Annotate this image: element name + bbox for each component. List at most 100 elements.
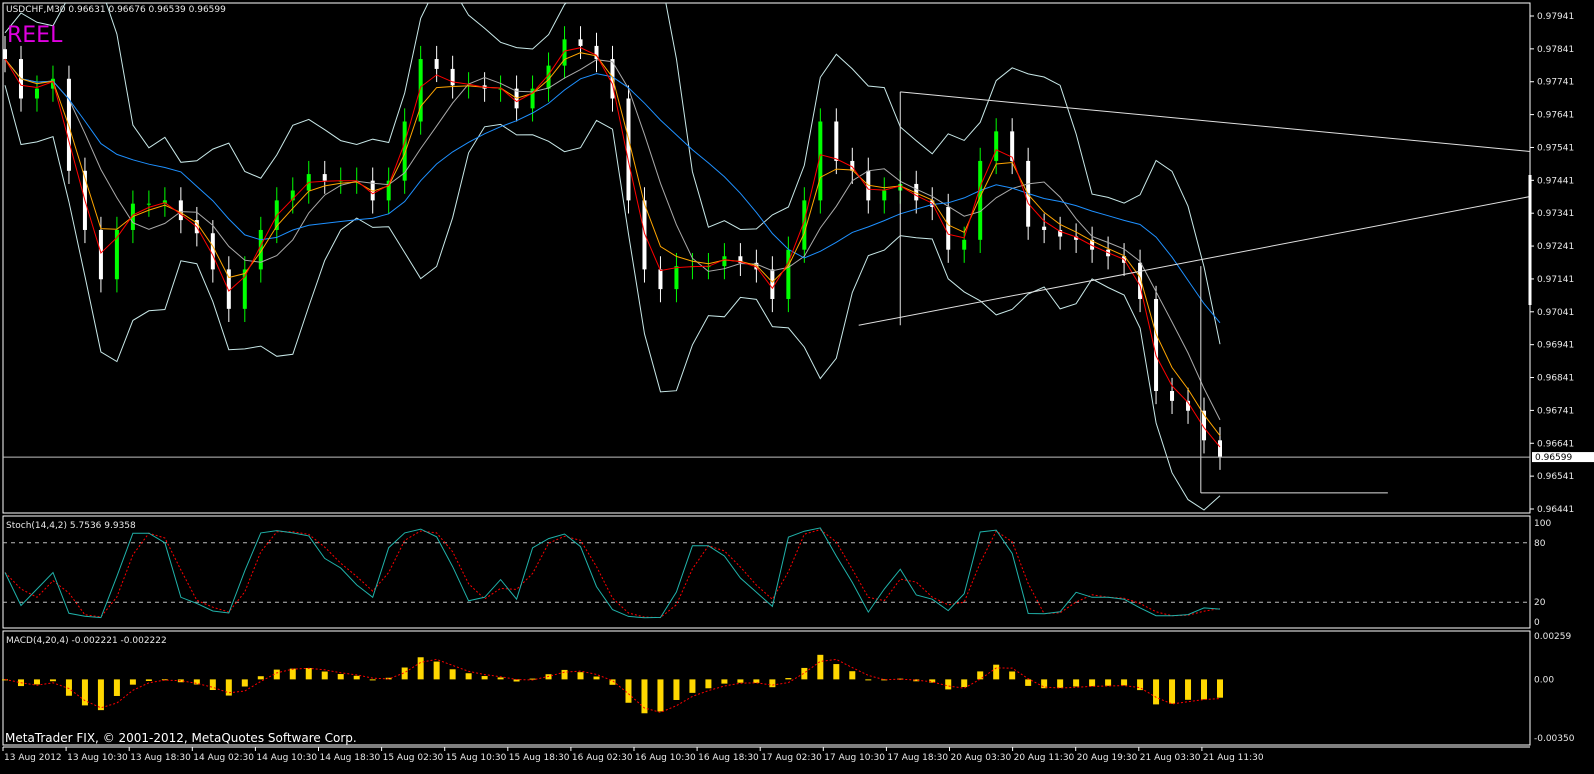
candle-body — [994, 131, 999, 161]
macd-bar — [273, 669, 280, 680]
macd-bar — [305, 668, 312, 680]
y-tick-label: 0.97041 — [1537, 308, 1574, 318]
candle-body — [1170, 391, 1175, 401]
macd-bar — [417, 657, 424, 680]
y-tick-label: 0.97241 — [1537, 242, 1574, 252]
macd-bar — [481, 676, 488, 680]
macd-bar — [129, 679, 136, 685]
y-tick-label: 0.97841 — [1537, 45, 1574, 55]
x-tick-label: 15 Aug 02:30 — [383, 753, 444, 763]
candle-body — [1218, 440, 1222, 457]
candle-body — [946, 206, 951, 250]
macd-bar — [1089, 679, 1096, 687]
macd-bar — [465, 673, 472, 680]
candle-body — [1042, 226, 1047, 230]
candle-body — [210, 233, 215, 270]
y-tick-label: 0.96441 — [1537, 505, 1574, 515]
macd-bar — [1217, 679, 1223, 698]
macd-bar — [529, 678, 536, 680]
x-tick-label: 21 Aug 11:30 — [1203, 753, 1264, 763]
macd-bar — [993, 664, 1000, 680]
macd-bar — [1009, 671, 1016, 680]
candle-body — [834, 121, 839, 161]
candle-body — [882, 190, 887, 201]
y-tick-label: 0.96741 — [1537, 406, 1574, 416]
candle-body — [770, 269, 775, 299]
candle-body — [578, 39, 583, 46]
x-tick-label: 21 Aug 03:30 — [1140, 753, 1201, 763]
macd-bar — [673, 679, 680, 700]
symbol-info: USDCHF,M30 0.96631 0.96676 0.96539 0.965… — [6, 5, 226, 15]
x-tick-label: 15 Aug 10:30 — [446, 753, 507, 763]
y-tick-label: 0.96541 — [1537, 472, 1574, 482]
trading-chart[interactable]: USDCHF,M30 0.96631 0.96676 0.96539 0.965… — [0, 0, 1594, 774]
macd-bar — [225, 679, 232, 696]
macd-bar — [145, 679, 152, 681]
candle-body — [658, 269, 663, 290]
candle-body — [242, 269, 247, 309]
macd-bar — [865, 679, 872, 681]
macd-bar — [657, 679, 664, 712]
y-tick-label: 0.97741 — [1537, 78, 1574, 88]
macd-y-label: -0.00350 — [1534, 734, 1575, 744]
macd-bar — [337, 674, 344, 680]
candle-body — [450, 68, 455, 86]
y-tick-label: 0.97641 — [1537, 111, 1574, 121]
candle-body — [1154, 298, 1159, 392]
x-tick-label: 14 Aug 18:30 — [320, 753, 381, 763]
x-tick-label: 17 Aug 10:30 — [824, 753, 885, 763]
macd-bar — [65, 679, 72, 696]
x-tick-label: 14 Aug 02:30 — [193, 753, 254, 763]
macd-bar — [577, 672, 584, 680]
stoch-title: Stoch(14,4,2) 5.7536 9.9358 — [6, 521, 136, 531]
x-tick-label: 13 Aug 10:30 — [67, 753, 128, 763]
macd-bar — [561, 669, 568, 680]
macd-bar — [1025, 679, 1032, 686]
macd-bar — [849, 671, 856, 680]
candle-body — [322, 174, 327, 181]
macd-bar — [1185, 679, 1192, 700]
macd-bar — [1201, 679, 1208, 700]
macd-bar — [1121, 679, 1128, 686]
y-tick-label: 0.96941 — [1537, 341, 1574, 351]
macd-bar — [257, 676, 264, 680]
x-tick-label: 17 Aug 18:30 — [887, 753, 948, 763]
macd-bar — [49, 679, 56, 682]
macd-title: MACD(4,20,4) -0.002221 -0.002222 — [6, 636, 167, 646]
macd-bar — [689, 679, 696, 693]
macd-bar — [1153, 679, 1160, 705]
macd-bar — [625, 679, 632, 703]
macd-bar — [833, 664, 840, 680]
candle-body — [626, 98, 631, 201]
macd-bar — [81, 679, 88, 706]
macd-bar — [961, 679, 968, 688]
y-tick-label: 0.97141 — [1537, 275, 1574, 285]
macd-panel[interactable] — [2, 630, 1531, 746]
stochastic-panel[interactable] — [2, 515, 1531, 629]
y-tick-label: 0.97341 — [1537, 209, 1574, 219]
macd-bar — [785, 678, 792, 680]
x-tick-label: 20 Aug 03:30 — [951, 753, 1012, 763]
price-panel[interactable] — [2, 2, 1531, 514]
candle-body — [178, 200, 183, 221]
x-tick-label: 17 Aug 02:30 — [761, 753, 822, 763]
reel-label: REEL — [7, 23, 63, 48]
stoch-y-label: 20 — [1534, 598, 1546, 608]
macd-bar — [817, 654, 824, 680]
y-tick-label: 0.97541 — [1537, 143, 1574, 153]
macd-bar — [721, 679, 728, 684]
x-tick-label: 20 Aug 11:30 — [1014, 753, 1075, 763]
macd-bar — [113, 679, 120, 696]
macd-bar — [593, 676, 600, 680]
x-tick-label: 16 Aug 10:30 — [635, 753, 696, 763]
candle-body — [674, 266, 679, 290]
stoch-y-label: 0 — [1534, 618, 1540, 628]
macd-bar — [737, 679, 744, 683]
macd-bar — [241, 679, 248, 687]
x-tick-label: 13 Aug 18:30 — [130, 753, 191, 763]
x-tick-label: 14 Aug 10:30 — [256, 753, 317, 763]
y-tick-label: 0.96641 — [1537, 439, 1574, 449]
macd-bar — [1073, 679, 1080, 687]
x-tick-label: 15 Aug 18:30 — [509, 753, 570, 763]
copyright: MetaTrader FIX, © 2001-2012, MetaQuotes … — [5, 731, 357, 745]
